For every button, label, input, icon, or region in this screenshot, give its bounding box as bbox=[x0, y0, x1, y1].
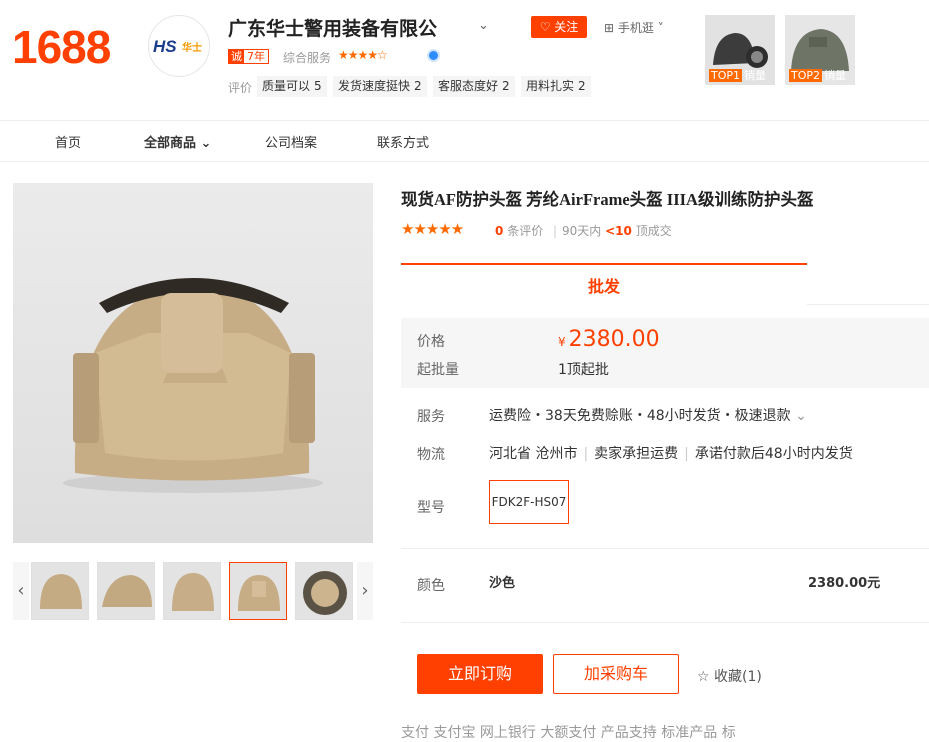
thumbnail-selected[interactable] bbox=[229, 562, 287, 620]
service-label: 综合服务 bbox=[283, 51, 332, 65]
years-text: 7年 bbox=[247, 50, 265, 63]
thumb-next-button[interactable]: › bbox=[357, 562, 373, 620]
price-label: 价格 bbox=[417, 334, 445, 350]
qr-icon: ⊞ bbox=[604, 21, 615, 35]
star-outline-icon: ☆ bbox=[697, 669, 710, 685]
service-rating-stars: ★★★★☆ bbox=[338, 48, 388, 62]
logistics-value: 河北省 沧州市 | 卖家承担运费 | 承诺付款后48小时内发货 bbox=[489, 446, 853, 462]
thumbnail[interactable] bbox=[295, 562, 353, 620]
follow-button[interactable]: ♡ 关注 bbox=[531, 16, 587, 38]
thumbnail[interactable] bbox=[97, 562, 155, 620]
min-order-value: 1顶起批 bbox=[558, 362, 609, 378]
model-option[interactable]: FDK2F-HS07 bbox=[489, 480, 569, 524]
eval-tag[interactable]: 发货速度挺快 2 bbox=[333, 76, 427, 97]
min-order-label: 起批量 bbox=[417, 362, 459, 378]
tab-wholesale[interactable]: 批发 bbox=[401, 263, 807, 303]
shop-name[interactable]: 广东华士警用装备有限公 bbox=[228, 14, 437, 41]
top2-badge: TOP2 销量 bbox=[789, 69, 847, 82]
cheng-icon: 诚 bbox=[229, 50, 244, 63]
price-value: ¥2380.00 bbox=[558, 327, 660, 352]
divider bbox=[401, 548, 929, 549]
mobile-label: 手机逛 bbox=[617, 21, 654, 35]
color-price: 2380.00元 bbox=[808, 576, 881, 591]
payment-row: 支付 支付宝 网上银行 大额支付 产品支持 标准产品 标 bbox=[401, 725, 736, 741]
price-box bbox=[401, 318, 929, 388]
top-product-2[interactable]: TOP2 销量 bbox=[785, 15, 855, 85]
service-label: 服务 bbox=[417, 409, 445, 425]
site-logo[interactable]: 1688 bbox=[12, 20, 111, 74]
favorite-button[interactable]: ☆ 收藏(1) bbox=[697, 666, 762, 686]
eval-tag[interactable]: 用料扎实 2 bbox=[521, 76, 591, 97]
shop-nav-bar bbox=[0, 120, 929, 162]
color-label: 颜色 bbox=[417, 578, 445, 594]
svg-text:HS: HS bbox=[153, 37, 177, 56]
eval-tag[interactable]: 质量可以 5 bbox=[257, 76, 327, 97]
thumbnail[interactable] bbox=[31, 562, 89, 620]
mobile-browse-button[interactable]: ⊞ 手机逛 ˅ bbox=[604, 19, 664, 36]
model-label: 型号 bbox=[417, 500, 445, 516]
thumbnail[interactable] bbox=[163, 562, 221, 620]
nav-all-products[interactable]: 全部商品 ⌄ bbox=[144, 132, 211, 151]
top1-badge: TOP1 销量 bbox=[709, 69, 767, 82]
eval-label: 评价 bbox=[228, 81, 253, 95]
logistics-label: 物流 bbox=[417, 447, 445, 463]
product-title: 现货AF防护头盔 芳纶AirFrame头盔 IIIA级训练防护头盔 bbox=[401, 190, 814, 209]
thumb-prev-button[interactable]: ‹ bbox=[13, 562, 29, 620]
shop-logo-text: 华士 bbox=[182, 41, 202, 54]
top-product-1[interactable]: TOP1 销量 bbox=[705, 15, 775, 85]
chevron-down-icon: ⌄ bbox=[200, 136, 212, 151]
color-value[interactable]: 沙色 bbox=[489, 572, 515, 591]
eval-tag[interactable]: 客服态度好 2 bbox=[433, 76, 515, 97]
years-badge: 诚 7年 bbox=[228, 49, 269, 64]
verified-icon[interactable] bbox=[427, 49, 440, 62]
follow-label: 关注 bbox=[554, 20, 579, 34]
main-product-image[interactable] bbox=[13, 183, 373, 543]
tab-divider bbox=[807, 304, 929, 305]
service-value[interactable]: 运费险・38天免费赊账・48小时发货・极速退款 ⌄ bbox=[489, 405, 807, 425]
review-count[interactable]: 0 条评价 | bbox=[495, 222, 563, 239]
add-to-cart-button[interactable]: 加采购车 bbox=[553, 654, 679, 694]
nav-home[interactable]: 首页 bbox=[55, 132, 81, 151]
nav-contact[interactable]: 联系方式 bbox=[377, 132, 429, 151]
divider bbox=[401, 622, 929, 623]
chevron-down-icon[interactable]: ⌄ bbox=[478, 18, 489, 33]
sales-info: 90天内 <10 顶成交 bbox=[562, 224, 672, 238]
nav-company-profile[interactable]: 公司档案 bbox=[265, 132, 317, 151]
chevron-down-icon: ⌄ bbox=[795, 408, 807, 424]
product-rating-stars: ★★★★★ bbox=[401, 220, 464, 238]
buy-now-button[interactable]: 立即订购 bbox=[417, 654, 543, 694]
shop-logo[interactable]: HS 华士 bbox=[148, 15, 210, 77]
